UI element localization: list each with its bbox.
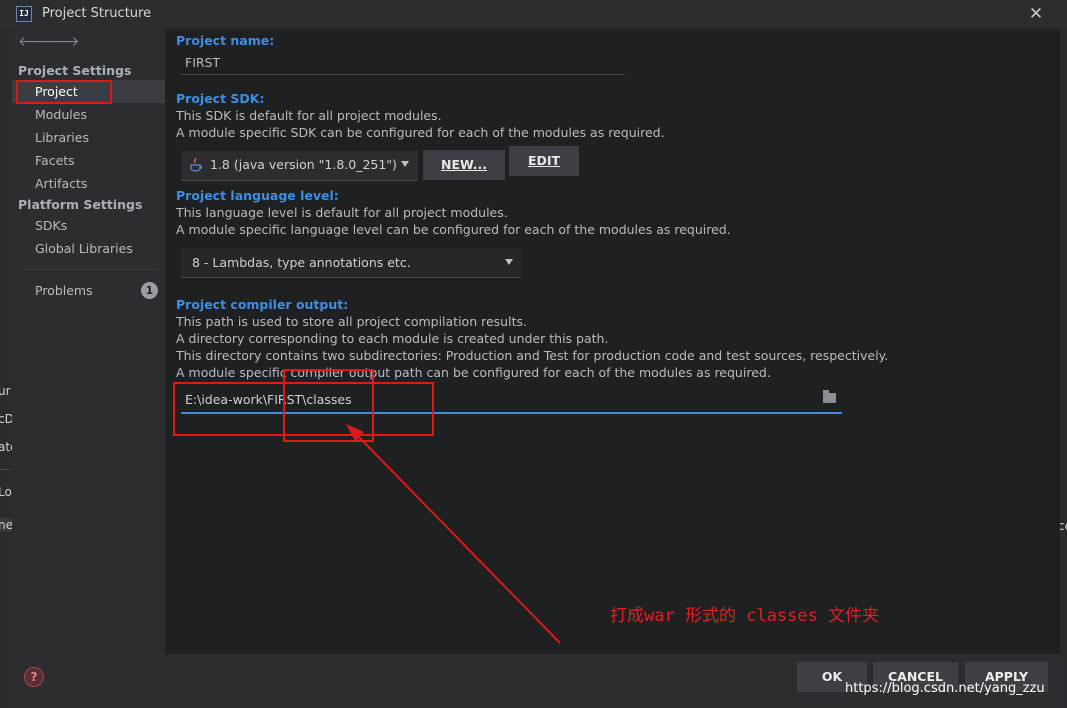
help-icon[interactable]: ?: [24, 667, 44, 687]
annotation-arrow: [346, 424, 561, 644]
annotation-text: 打成war 形式的 classes 文件夹: [610, 606, 880, 626]
watermark-text: https://blog.csdn.net/yang_zzu: [845, 681, 1045, 696]
